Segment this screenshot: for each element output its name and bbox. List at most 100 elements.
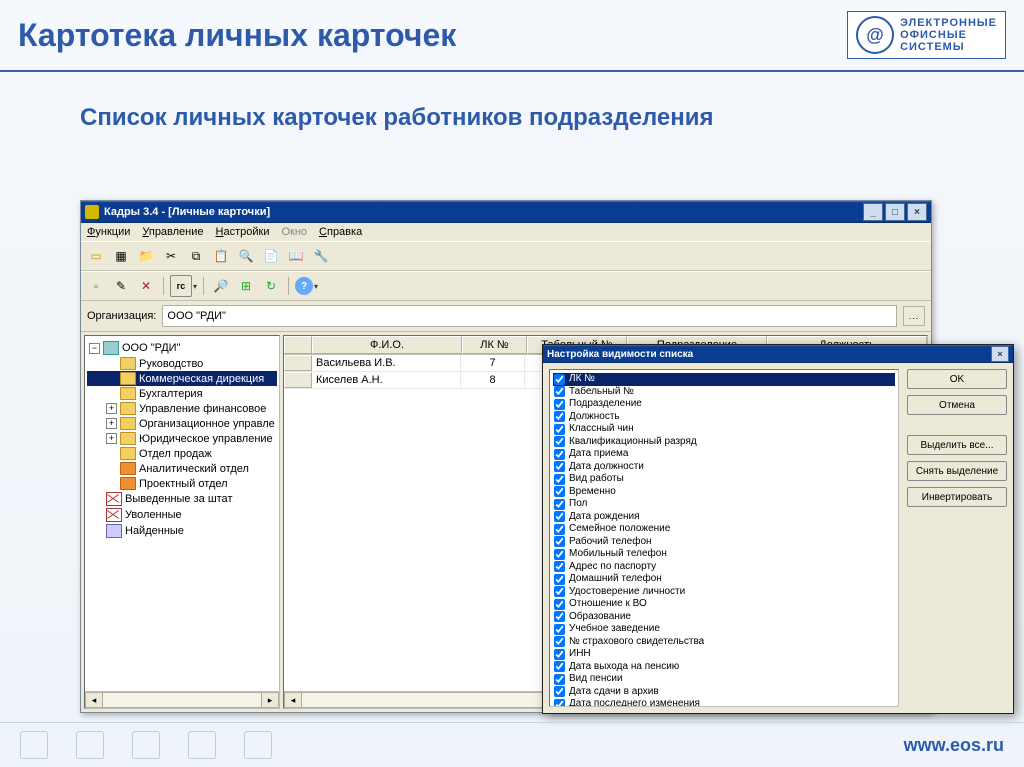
dropdown-icon[interactable]: ▾: [314, 282, 318, 291]
visibility-checkbox[interactable]: [554, 411, 565, 422]
close-button[interactable]: ×: [907, 203, 927, 221]
checklist-item[interactable]: Отношение к ВО: [553, 598, 895, 611]
tool-new-icon[interactable]: ▫: [85, 275, 107, 297]
tool-wrench-icon[interactable]: 🔧: [310, 245, 332, 267]
dialog-close-button[interactable]: ×: [991, 346, 1009, 362]
tool-zoom-icon[interactable]: 🔍: [235, 245, 257, 267]
visibility-checkbox[interactable]: [554, 549, 565, 560]
visibility-checkbox[interactable]: [554, 449, 565, 460]
checklist-item[interactable]: Дата приема: [553, 448, 895, 461]
tree-item[interactable]: +Юридическое управление: [87, 431, 277, 446]
visibility-checkbox[interactable]: [554, 586, 565, 597]
visibility-checkbox[interactable]: [554, 436, 565, 447]
checklist-item[interactable]: Дата рождения: [553, 511, 895, 524]
visibility-checkbox[interactable]: [554, 424, 565, 435]
visibility-checkbox[interactable]: [554, 374, 565, 385]
tree-item[interactable]: +Организационное управле: [87, 416, 277, 431]
checklist-item[interactable]: Адрес по паспорту: [553, 561, 895, 574]
tool-grid-icon[interactable]: ▦: [110, 245, 132, 267]
row-handle[interactable]: [284, 355, 312, 371]
checklist-item[interactable]: Временно: [553, 486, 895, 499]
visibility-checkbox[interactable]: [554, 661, 565, 672]
tree-root[interactable]: −ООО "РДИ": [87, 340, 277, 356]
visibility-checkbox[interactable]: [554, 499, 565, 510]
checklist-item[interactable]: Дата выхода на пенсию: [553, 661, 895, 674]
deselect-button[interactable]: Снять выделение: [907, 461, 1007, 481]
scroll-right-button[interactable]: ▸: [261, 692, 279, 708]
checklist-item[interactable]: Дата сдачи в архив: [553, 686, 895, 699]
menu-management[interactable]: Управление: [142, 226, 203, 238]
visibility-checkbox[interactable]: [554, 536, 565, 547]
checklist-item[interactable]: Табельный №: [553, 386, 895, 399]
visibility-checkbox[interactable]: [554, 611, 565, 622]
visibility-checkbox[interactable]: [554, 474, 565, 485]
checklist-item[interactable]: Вид работы: [553, 473, 895, 486]
checklist-item[interactable]: Должность: [553, 411, 895, 424]
select-all-button[interactable]: Выделить все...: [907, 435, 1007, 455]
invert-button[interactable]: Инвертировать: [907, 487, 1007, 507]
dialog-titlebar[interactable]: Настройка видимости списка ×: [543, 345, 1013, 363]
visibility-checkbox[interactable]: [554, 699, 565, 707]
visibility-checkbox[interactable]: [554, 649, 565, 660]
visibility-checkbox[interactable]: [554, 636, 565, 647]
tree-extra-item[interactable]: Уволенные: [87, 507, 277, 523]
checklist-item[interactable]: Пол: [553, 498, 895, 511]
org-field[interactable]: ООО "РДИ": [162, 305, 897, 327]
tool-copy-icon[interactable]: ⧉: [185, 245, 207, 267]
checklist-item[interactable]: Классный чин: [553, 423, 895, 436]
tree-item[interactable]: Бухгалтерия: [87, 386, 277, 401]
menu-settings[interactable]: Настройки: [216, 226, 270, 238]
checklist-item[interactable]: Учебное заведение: [553, 623, 895, 636]
tree-item[interactable]: Коммерческая дирекция: [87, 371, 277, 386]
checklist-item[interactable]: Дата должности: [553, 461, 895, 474]
expand-icon[interactable]: +: [106, 418, 117, 429]
visibility-checkbox[interactable]: [554, 399, 565, 410]
scroll-track[interactable]: [103, 692, 261, 708]
tool-paste-icon[interactable]: 📋: [210, 245, 232, 267]
col-fio[interactable]: Ф.И.О.: [312, 336, 462, 354]
visibility-checkbox[interactable]: [554, 524, 565, 535]
tool-refresh-icon[interactable]: ↻: [260, 275, 282, 297]
cancel-button[interactable]: Отмена: [907, 395, 1007, 415]
visibility-checkbox[interactable]: [554, 686, 565, 697]
tool-doc-icon[interactable]: 📄: [260, 245, 282, 267]
tool-rs-icon[interactable]: гс: [170, 275, 192, 297]
org-picker-button[interactable]: ...: [903, 306, 925, 326]
checklist-item[interactable]: Образование: [553, 611, 895, 624]
row-handle[interactable]: [284, 372, 312, 388]
window-titlebar[interactable]: Кадры 3.4 - [Личные карточки] _ □ ×: [81, 201, 931, 223]
visibility-checkbox[interactable]: [554, 599, 565, 610]
tree-extra-item[interactable]: Выведенные за штат: [87, 491, 277, 507]
checklist-item[interactable]: Семейное положение: [553, 523, 895, 536]
visibility-checkbox[interactable]: [554, 461, 565, 472]
maximize-button[interactable]: □: [885, 203, 905, 221]
col-lk[interactable]: ЛК №: [462, 336, 527, 354]
scroll-left-button[interactable]: ◂: [284, 692, 302, 708]
visibility-checkbox[interactable]: [554, 574, 565, 585]
tool-delete-icon[interactable]: ✕: [135, 275, 157, 297]
checklist-item[interactable]: Домашний телефон: [553, 573, 895, 586]
checklist-item[interactable]: ЛК №: [553, 373, 895, 386]
visibility-checkbox[interactable]: [554, 624, 565, 635]
tree-item[interactable]: Руководство: [87, 356, 277, 371]
checklist-item[interactable]: Мобильный телефон: [553, 548, 895, 561]
menu-help[interactable]: Справка: [319, 226, 362, 238]
expand-icon[interactable]: +: [106, 433, 117, 444]
checklist-item[interactable]: Рабочий телефон: [553, 536, 895, 549]
checklist-item[interactable]: Удостоверение личности: [553, 586, 895, 599]
tool-find-icon[interactable]: 🔎: [210, 275, 232, 297]
row-handle-header[interactable]: [284, 336, 312, 354]
visibility-checkbox[interactable]: [554, 486, 565, 497]
tree-item[interactable]: Отдел продаж: [87, 446, 277, 461]
dropdown-icon[interactable]: ▾: [193, 282, 197, 291]
minimize-button[interactable]: _: [863, 203, 883, 221]
tree-pane[interactable]: −ООО "РДИ"РуководствоКоммерческая дирекц…: [84, 335, 280, 709]
expand-icon[interactable]: +: [106, 403, 117, 414]
tool-help-icon[interactable]: ?: [295, 277, 313, 295]
tool-cut-icon[interactable]: ✂: [160, 245, 182, 267]
visibility-checkbox[interactable]: [554, 386, 565, 397]
checklist-item[interactable]: № страхового свидетельства: [553, 636, 895, 649]
tool-excel-icon[interactable]: ⊞: [235, 275, 257, 297]
visibility-checklist[interactable]: ЛК №Табельный №ПодразделениеДолжностьКла…: [549, 369, 899, 707]
tool-folder-icon[interactable]: 📁: [135, 245, 157, 267]
